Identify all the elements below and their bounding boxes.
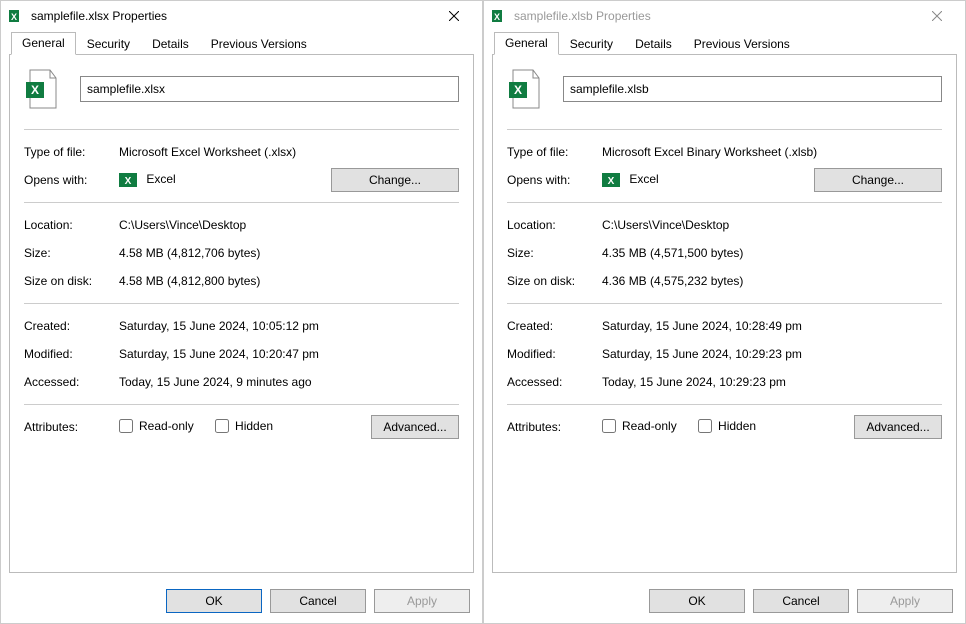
opens-with-label: Opens with: <box>507 172 602 188</box>
svg-text:X: X <box>514 83 522 97</box>
size-on-disk-label: Size on disk: <box>24 273 119 289</box>
window-title: samplefile.xlsb Properties <box>514 9 917 23</box>
opens-with-app-name: Excel <box>629 172 658 186</box>
location-label: Location: <box>507 217 602 233</box>
window-title: samplefile.xlsx Properties <box>31 9 434 23</box>
size-value: 4.58 MB (4,812,706 bytes) <box>119 245 459 261</box>
titlebar: X samplefile.xlsb Properties <box>484 1 965 31</box>
tab-general[interactable]: General <box>494 32 559 55</box>
change-button[interactable]: Change... <box>814 168 942 192</box>
advanced-button[interactable]: Advanced... <box>371 415 459 439</box>
dialog-footer: OK Cancel Apply <box>484 581 965 623</box>
created-label: Created: <box>24 318 119 334</box>
properties-dialog: X samplefile.xlsx Properties General Sec… <box>0 0 483 624</box>
tab-panel-general: X Type of file: Microsoft Excel Binary W… <box>492 55 957 573</box>
modified-label: Modified: <box>24 346 119 362</box>
type-label: Type of file: <box>507 144 602 160</box>
close-icon <box>932 11 942 21</box>
apply-button[interactable]: Apply <box>857 589 953 613</box>
svg-text:X: X <box>608 176 615 187</box>
size-value: 4.35 MB (4,571,500 bytes) <box>602 245 942 261</box>
opens-with-label: Opens with: <box>24 172 119 188</box>
svg-text:X: X <box>31 83 39 97</box>
excel-app-icon: X <box>602 171 620 189</box>
created-value: Saturday, 15 June 2024, 10:28:49 pm <box>602 318 942 334</box>
size-label: Size: <box>507 245 602 261</box>
readonly-checkbox[interactable]: Read-only <box>602 418 677 434</box>
modified-value: Saturday, 15 June 2024, 10:29:23 pm <box>602 346 942 362</box>
hidden-checkbox[interactable]: Hidden <box>698 418 756 434</box>
location-value: C:\Users\Vince\Desktop <box>602 217 942 233</box>
type-value: Microsoft Excel Binary Worksheet (.xlsb) <box>602 144 942 160</box>
hidden-checkbox-input[interactable] <box>215 419 229 433</box>
accessed-label: Accessed: <box>24 374 119 390</box>
cancel-button[interactable]: Cancel <box>753 589 849 613</box>
type-label: Type of file: <box>24 144 119 160</box>
readonly-checkbox-input[interactable] <box>602 419 616 433</box>
size-on-disk-value: 4.58 MB (4,812,800 bytes) <box>119 273 459 289</box>
hidden-checkbox-label: Hidden <box>718 418 756 434</box>
apply-button[interactable]: Apply <box>374 589 470 613</box>
tab-details[interactable]: Details <box>141 33 200 55</box>
readonly-checkbox[interactable]: Read-only <box>119 418 194 434</box>
titlebar: X samplefile.xlsx Properties <box>1 1 482 31</box>
svg-text:X: X <box>494 12 500 22</box>
accessed-label: Accessed: <box>507 374 602 390</box>
filename-input[interactable] <box>80 76 459 102</box>
tab-panel-general: X Type of file: Microsoft Excel Workshee… <box>9 55 474 573</box>
readonly-checkbox-input[interactable] <box>119 419 133 433</box>
size-on-disk-value: 4.36 MB (4,575,232 bytes) <box>602 273 942 289</box>
accessed-value: Today, 15 June 2024, 10:29:23 pm <box>602 374 942 390</box>
svg-text:X: X <box>125 176 132 187</box>
excel-document-icon: X <box>24 69 60 109</box>
advanced-button[interactable]: Advanced... <box>854 415 942 439</box>
opens-with-app-name: Excel <box>146 172 175 186</box>
tab-previous-versions[interactable]: Previous Versions <box>683 33 801 55</box>
tab-previous-versions[interactable]: Previous Versions <box>200 33 318 55</box>
tab-security[interactable]: Security <box>76 33 141 55</box>
excel-file-icon: X <box>9 8 25 24</box>
accessed-value: Today, 15 June 2024, 9 minutes ago <box>119 374 459 390</box>
hidden-checkbox[interactable]: Hidden <box>215 418 273 434</box>
excel-file-icon: X <box>492 8 508 24</box>
created-value: Saturday, 15 June 2024, 10:05:12 pm <box>119 318 459 334</box>
hidden-checkbox-label: Hidden <box>235 418 273 434</box>
svg-text:X: X <box>11 12 17 22</box>
tab-bar: General Security Details Previous Versio… <box>1 31 482 55</box>
type-value: Microsoft Excel Worksheet (.xlsx) <box>119 144 459 160</box>
close-button[interactable] <box>434 2 474 30</box>
size-on-disk-label: Size on disk: <box>507 273 602 289</box>
location-label: Location: <box>24 217 119 233</box>
tab-bar: General Security Details Previous Versio… <box>484 31 965 55</box>
cancel-button[interactable]: Cancel <box>270 589 366 613</box>
filename-input[interactable] <box>563 76 942 102</box>
close-icon <box>449 11 459 21</box>
modified-label: Modified: <box>507 346 602 362</box>
tab-details[interactable]: Details <box>624 33 683 55</box>
opens-with-value: X Excel <box>602 171 814 189</box>
readonly-checkbox-label: Read-only <box>622 418 677 434</box>
modified-value: Saturday, 15 June 2024, 10:20:47 pm <box>119 346 459 362</box>
change-button[interactable]: Change... <box>331 168 459 192</box>
dialog-footer: OK Cancel Apply <box>1 581 482 623</box>
created-label: Created: <box>507 318 602 334</box>
ok-button[interactable]: OK <box>166 589 262 613</box>
hidden-checkbox-input[interactable] <box>698 419 712 433</box>
ok-button[interactable]: OK <box>649 589 745 613</box>
attributes-label: Attributes: <box>507 419 602 435</box>
properties-dialog: X samplefile.xlsb Properties General Sec… <box>483 0 966 624</box>
attributes-label: Attributes: <box>24 419 119 435</box>
location-value: C:\Users\Vince\Desktop <box>119 217 459 233</box>
opens-with-value: X Excel <box>119 171 331 189</box>
close-button[interactable] <box>917 2 957 30</box>
size-label: Size: <box>24 245 119 261</box>
excel-document-icon: X <box>507 69 543 109</box>
readonly-checkbox-label: Read-only <box>139 418 194 434</box>
tab-general[interactable]: General <box>11 32 76 55</box>
tab-security[interactable]: Security <box>559 33 624 55</box>
excel-app-icon: X <box>119 171 137 189</box>
